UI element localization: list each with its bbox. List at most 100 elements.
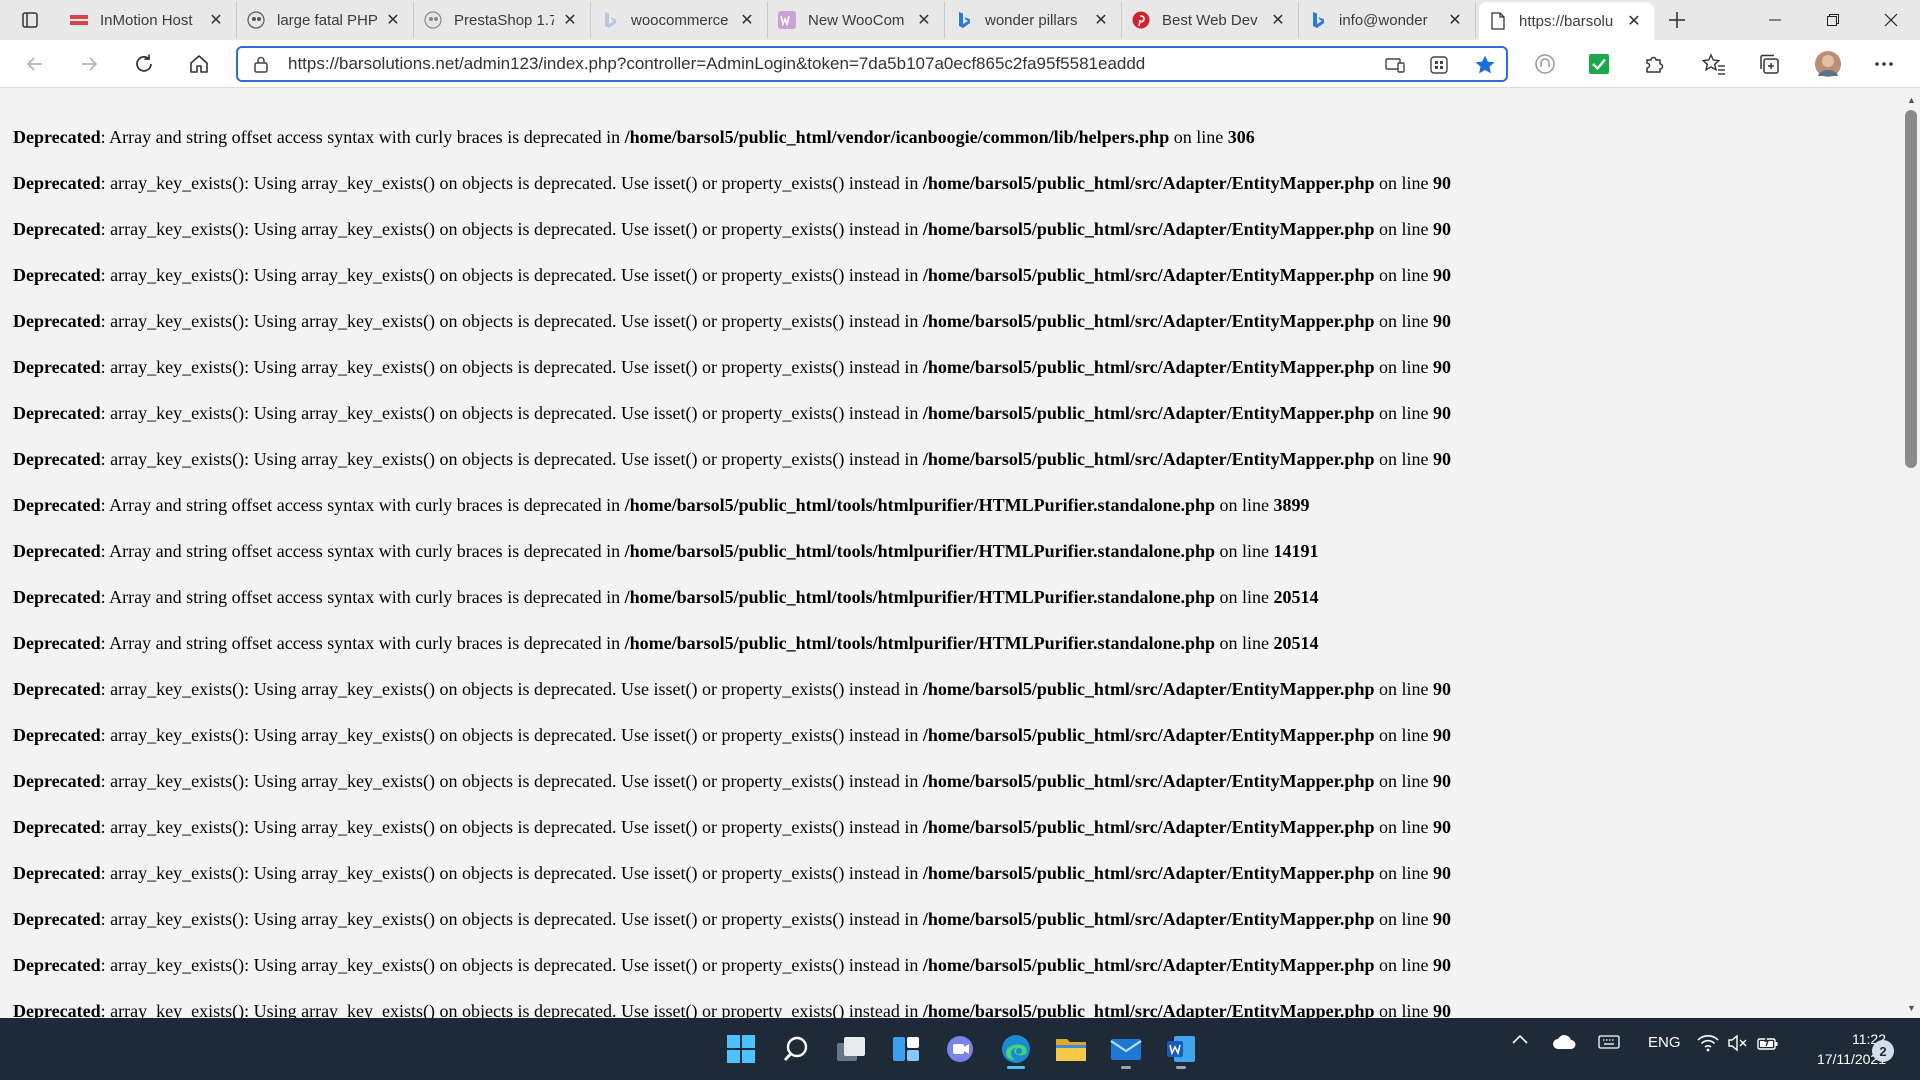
collections-button[interactable] <box>1753 48 1785 80</box>
message-text: : array_key_exists(): Using array_key_ex… <box>100 265 923 285</box>
browser-tab[interactable]: woocommerce ✕ <box>591 2 768 38</box>
refresh-button[interactable] <box>128 48 160 80</box>
message-label: Deprecated <box>13 679 101 699</box>
url-input[interactable] <box>288 53 1288 75</box>
close-icon[interactable]: ✕ <box>1445 10 1465 30</box>
deprecated-message: Deprecated: array_key_exists(): Using ar… <box>13 678 1451 700</box>
tab-title: New WooCom <box>808 11 905 29</box>
close-icon[interactable]: ✕ <box>1624 11 1644 31</box>
message-label: Deprecated <box>13 909 101 929</box>
address-bar[interactable] <box>236 46 1508 82</box>
message-text: : array_key_exists(): Using array_key_ex… <box>100 725 923 745</box>
close-icon[interactable]: ✕ <box>914 10 934 30</box>
close-icon <box>1884 13 1898 27</box>
close-icon[interactable]: ✕ <box>560 10 580 30</box>
message-text: : array_key_exists(): Using array_key_ex… <box>100 357 923 377</box>
search-button[interactable] <box>773 1026 819 1072</box>
browser-tab[interactable]: PrestaShop 1.7 ✕ <box>414 2 591 38</box>
battery-button[interactable] <box>1757 1034 1779 1052</box>
browser-tab-active[interactable]: https://barsolu ✕ <box>1479 2 1654 40</box>
forward-button[interactable] <box>73 48 105 80</box>
home-button[interactable] <box>183 48 215 80</box>
teams-chat-button[interactable] <box>938 1026 984 1072</box>
volume-button[interactable] <box>1727 1034 1747 1052</box>
file-explorer-button[interactable] <box>1048 1026 1094 1072</box>
message-label: Deprecated <box>13 403 101 423</box>
app-available-icon[interactable] <box>1428 54 1450 76</box>
volume-muted-icon <box>1728 1034 1747 1052</box>
message-line-number: 90 <box>1432 219 1451 239</box>
message-text: : array_key_exists(): Using array_key_ex… <box>100 955 923 975</box>
tab-actions-button[interactable] <box>12 6 48 34</box>
running-app-indicator <box>1176 1066 1186 1069</box>
extensions-button[interactable] <box>1638 48 1670 80</box>
input-language-button[interactable]: ENG <box>1648 1034 1681 1051</box>
inmotion-icon <box>70 11 88 29</box>
extension-check-button[interactable] <box>1583 48 1615 80</box>
message-label: Deprecated <box>13 817 101 837</box>
clock-button[interactable]: 11:22 17/11/2021 <box>1782 1029 1886 1069</box>
close-icon[interactable]: ✕ <box>737 10 757 30</box>
message-file-path: /home/barsol5/public_html/src/Adapter/En… <box>922 679 1375 699</box>
collections-icon <box>1760 54 1779 74</box>
start-button[interactable] <box>718 1026 764 1072</box>
browser-tab[interactable]: large fatal PHP ✕ <box>237 2 414 38</box>
teams-chat-icon <box>947 1036 973 1062</box>
tracking-prevention-button[interactable] <box>1529 48 1561 80</box>
browser-tab[interactable]: Best Web Dev ✕ <box>1122 2 1299 38</box>
show-hidden-icons-button[interactable] <box>1512 1034 1528 1044</box>
touch-keyboard-button[interactable] <box>1598 1034 1620 1050</box>
browser-tab[interactable]: InMotion Host ✕ <box>60 2 237 38</box>
scrollbar-thumb[interactable] <box>1905 110 1917 468</box>
word-button[interactable] <box>1158 1026 1204 1072</box>
message-label: Deprecated <box>13 357 101 377</box>
message-on-line: on line <box>1374 817 1433 837</box>
cast-icon[interactable] <box>1384 54 1406 76</box>
profile-button[interactable] <box>1812 48 1844 80</box>
new-tab-button[interactable] <box>1662 5 1692 35</box>
deprecated-message: Deprecated: array_key_exists(): Using ar… <box>13 862 1451 884</box>
close-icon[interactable]: ✕ <box>383 10 403 30</box>
favorites-button[interactable] <box>1698 48 1730 80</box>
message-text: : array_key_exists(): Using array_key_ex… <box>100 1001 923 1018</box>
edge-taskbar-button[interactable] <box>993 1026 1039 1072</box>
deprecated-message: Deprecated: Array and string offset acce… <box>13 126 1255 148</box>
close-icon[interactable]: ✕ <box>206 10 226 30</box>
settings-more-button[interactable] <box>1868 48 1900 80</box>
browser-tab[interactable]: New WooCom ✕ <box>768 2 945 38</box>
close-window-button[interactable] <box>1862 0 1920 40</box>
deprecated-message: Deprecated: array_key_exists(): Using ar… <box>13 356 1451 378</box>
mail-button[interactable] <box>1103 1026 1149 1072</box>
battery-charging-icon <box>1757 1034 1778 1050</box>
lock-icon[interactable] <box>252 55 270 73</box>
deprecated-message: Deprecated: array_key_exists(): Using ar… <box>13 908 1451 930</box>
back-button[interactable] <box>19 48 51 80</box>
widgets-button[interactable] <box>883 1026 929 1072</box>
prestashop-icon <box>247 11 265 29</box>
scroll-down-arrow-icon[interactable]: ▼ <box>1903 1000 1920 1016</box>
browser-tab[interactable]: wonder pillars ✕ <box>945 2 1122 38</box>
deprecated-message: Deprecated: array_key_exists(): Using ar… <box>13 402 1451 424</box>
message-line-number: 90 <box>1432 449 1451 469</box>
browser-tab[interactable]: info@wonder ✕ <box>1299 2 1476 38</box>
message-on-line: on line <box>1374 771 1433 791</box>
deprecated-message: Deprecated: array_key_exists(): Using ar… <box>13 954 1451 976</box>
onedrive-button[interactable] <box>1552 1034 1576 1050</box>
clock-time: 11:22 <box>1852 1031 1886 1047</box>
message-line-number: 20514 <box>1273 633 1319 653</box>
notification-badge[interactable]: 2 <box>1872 1040 1894 1062</box>
tab-actions-icon <box>22 12 38 28</box>
task-view-button[interactable] <box>828 1026 874 1072</box>
scroll-up-arrow-icon[interactable]: ▲ <box>1903 92 1920 108</box>
plus-icon <box>1669 12 1685 28</box>
message-text: : Array and string offset access syntax … <box>100 541 625 561</box>
tab-title: large fatal PHP <box>277 11 377 29</box>
minimize-button[interactable] <box>1746 0 1804 40</box>
close-icon[interactable]: ✕ <box>1091 10 1111 30</box>
network-button[interactable] <box>1697 1034 1719 1052</box>
message-text: : array_key_exists(): Using array_key_ex… <box>100 771 923 791</box>
close-icon[interactable]: ✕ <box>1268 10 1288 30</box>
restore-button[interactable] <box>1804 0 1862 40</box>
message-label: Deprecated <box>13 1001 101 1018</box>
favorite-star-icon[interactable] <box>1474 54 1496 76</box>
